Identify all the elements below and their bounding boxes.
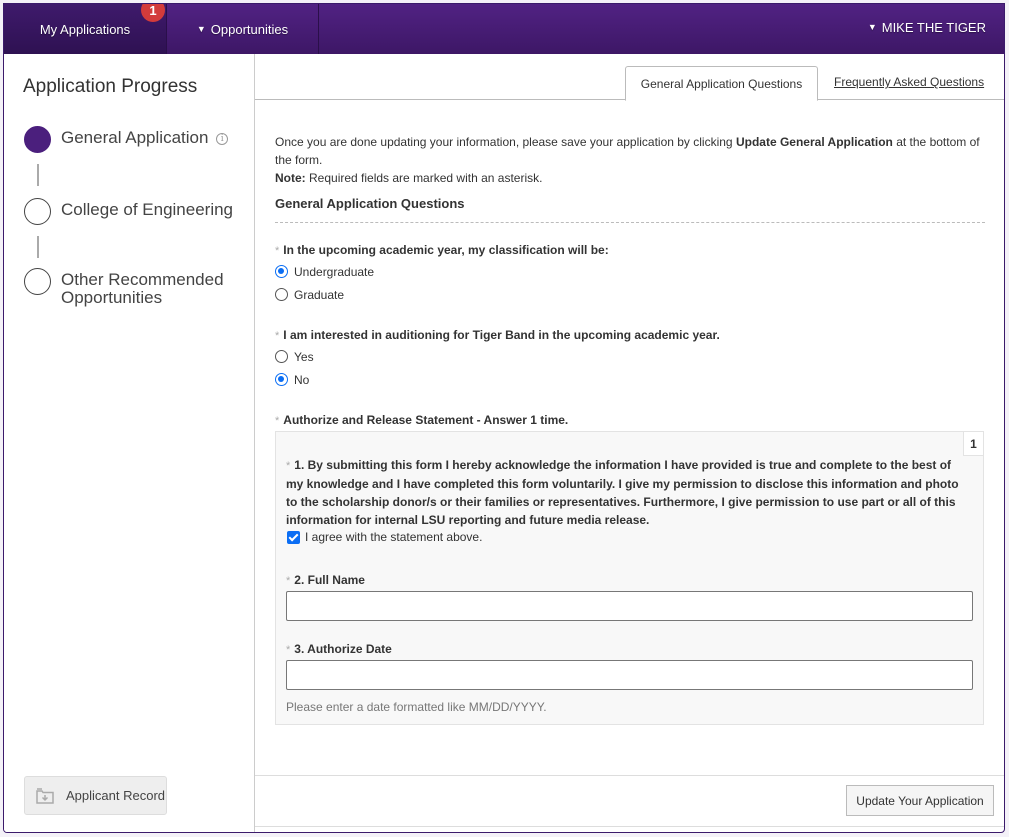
applicant-record-label: Applicant Record (66, 788, 165, 803)
progress-step-college-of-engineering[interactable]: College of Engineering (24, 198, 233, 225)
form-content: Once you are done updating your informat… (275, 133, 985, 725)
radio-button[interactable] (275, 350, 288, 363)
caret-down-icon: ▼ (867, 22, 877, 32)
info-icon[interactable]: i (216, 133, 229, 145)
nav-my-applications-label: My Applications (39, 21, 131, 37)
caret-down-icon: ▼ (196, 24, 206, 34)
authorize-date-label: 3. Authorize Date (294, 642, 392, 656)
sidebar-title: Application Progress (23, 76, 198, 97)
step-label: Other Recommended Opportunities (61, 270, 224, 307)
radio-button[interactable] (275, 265, 288, 278)
nav-opportunities-label: Opportunities (210, 21, 289, 37)
release-statement: 1. By submitting this form I hereby ackn… (286, 458, 959, 527)
radio-option-yes[interactable]: Yes (275, 348, 720, 365)
applicant-record-button[interactable]: Applicant Record (24, 776, 167, 815)
radio-button[interactable] (275, 373, 288, 386)
step-label: General Application (61, 128, 209, 147)
agree-label: I agree with the statement above. (305, 530, 483, 544)
intro-text: Once you are done updating your informat… (275, 135, 980, 185)
form-footer: Update Your Application (255, 775, 1004, 827)
full-name-input[interactable] (286, 591, 973, 621)
question-classification: * In the upcoming academic year, my class… (275, 243, 609, 303)
full-name-label: 2. Full Name (294, 573, 365, 587)
radio-button[interactable] (275, 288, 288, 301)
question-label: I am interested in auditioning for Tiger… (283, 328, 720, 342)
required-star-icon: * (275, 245, 280, 257)
step-current-icon (24, 126, 51, 153)
step-label: College of Engineering (61, 200, 234, 219)
top-navbar: My Applications 1 ▼ Opportunities ▼ MIKE… (4, 4, 1004, 54)
tab-general-application-questions[interactable]: General Application Questions (625, 66, 818, 101)
required-star-icon: * (286, 644, 291, 656)
step-connector (37, 164, 39, 186)
user-menu[interactable]: ▼ MIKE THE TIGER (868, 4, 986, 50)
progress-sidebar: Application Progress General Application… (4, 54, 255, 832)
section-title: General Application Questions (275, 196, 985, 223)
main-panel: General Application Questions Frequently… (255, 54, 1004, 832)
step-pending-icon (24, 268, 51, 295)
tab-bar: General Application Questions Frequently… (255, 54, 1004, 101)
required-star-icon: * (286, 575, 291, 587)
progress-step-general-application[interactable]: General Application i (24, 126, 229, 153)
question-label: In the upcoming academic year, my classi… (283, 243, 609, 257)
step-pending-icon (24, 198, 51, 225)
required-star-icon: * (275, 415, 280, 427)
agree-checkbox[interactable] (287, 530, 300, 544)
app-frame: My Applications 1 ▼ Opportunities ▼ MIKE… (3, 3, 1005, 833)
required-star-icon: * (286, 460, 291, 472)
question-tiger-band: * I am interested in auditioning for Tige… (275, 328, 720, 388)
answer-count: 1 (963, 432, 983, 456)
user-name: MIKE THE TIGER (881, 19, 986, 35)
date-format-hint: Please enter a date formatted like MM/DD… (286, 700, 547, 714)
folder-download-icon (36, 787, 54, 804)
tab-frequently-asked-questions[interactable]: Frequently Asked Questions (834, 75, 984, 89)
radio-option-no[interactable]: No (275, 371, 720, 388)
radio-option-graduate[interactable]: Graduate (275, 286, 609, 303)
nav-opportunities[interactable]: ▼ Opportunities (167, 4, 319, 54)
authorize-release-group: 1 * 1. By submitting this form I hereby a… (275, 431, 984, 725)
authorize-date-input[interactable] (286, 660, 973, 690)
radio-option-undergraduate[interactable]: Undergraduate (275, 263, 609, 280)
step-connector (37, 236, 39, 258)
required-star-icon: * (275, 330, 280, 342)
progress-step-other-opportunities[interactable]: Other Recommended Opportunities (24, 268, 231, 307)
agree-checkbox-row[interactable]: I agree with the statement above. (287, 530, 482, 544)
question-label: Authorize and Release Statement - Answer… (283, 413, 569, 427)
update-application-button[interactable]: Update Your Application (846, 785, 994, 816)
question-authorize-release: * Authorize and Release Statement - Answe… (275, 413, 568, 427)
